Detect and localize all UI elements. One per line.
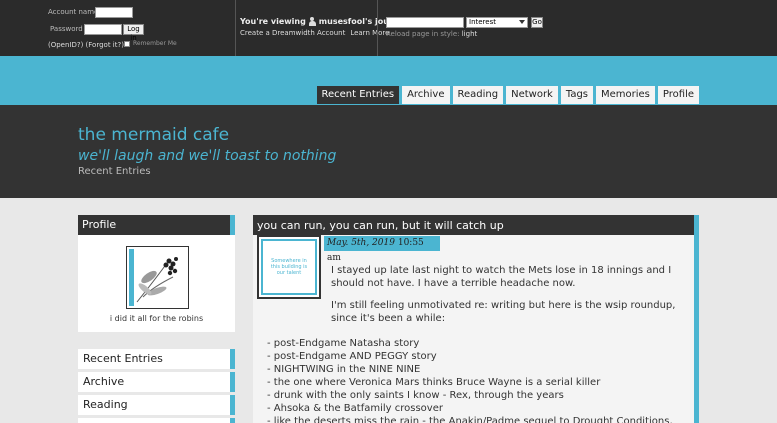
entry-paragraph: since it's been a while: [331, 313, 446, 324]
list-item[interactable]: - like the deserts miss the rain - the A… [267, 415, 673, 423]
entry-date[interactable]: May. 5th, 2019 [327, 238, 395, 248]
create-account-link[interactable]: Create a Dreamwidth Account [240, 29, 345, 37]
remember-me-checkbox[interactable] [124, 40, 130, 47]
entry-paragraph: I stayed up late last night to watch the… [331, 265, 672, 276]
profile-caption: i did it all for the robins [109, 314, 204, 323]
profile-heading: Profile [78, 215, 235, 235]
tab-profile[interactable]: Profile [657, 86, 699, 104]
account-name-label: Account name: [48, 8, 101, 16]
profile-userpic[interactable] [126, 246, 189, 309]
search-type-select[interactable]: Interest [466, 17, 528, 28]
entry-paragraph: I'm still feeling unmotivated re: writin… [331, 300, 676, 311]
userpic-text: Somewhere in this building is our talent [261, 239, 317, 295]
sidebar-item-recent-entries[interactable]: Recent Entries [78, 349, 235, 369]
tab-reading[interactable]: Reading [452, 86, 504, 104]
chevron-down-icon [519, 20, 525, 24]
journal-nav-tabs: Recent Entries Archive Reading Network T… [316, 86, 699, 104]
user-icon[interactable] [308, 17, 316, 26]
password-label: Password [50, 25, 83, 33]
password-input[interactable] [84, 24, 122, 35]
flower-icon [127, 247, 188, 308]
login-button[interactable]: Log in [123, 24, 144, 42]
remember-me-label: Remember Me [133, 40, 177, 47]
tab-memories[interactable]: Memories [596, 86, 655, 104]
page-title: Recent Entries [78, 166, 151, 177]
profile-module: Profile i did it all for the robins [78, 215, 235, 332]
list-item[interactable]: - the one where Veronica Mars thinks Bru… [267, 376, 600, 389]
search-panel: Interest Go Reload page in style: light [377, 0, 777, 56]
reload-style: Reload page in style: light [386, 30, 477, 38]
list-item[interactable]: - NIGHTWING in the NINE NINE [267, 363, 420, 376]
tab-archive[interactable]: Archive [402, 86, 450, 104]
top-bar: Account name: Password Log in (OpenID?) … [0, 0, 777, 56]
tab-network[interactable]: Network [506, 86, 558, 104]
entry-datetime[interactable]: May. 5th, 2019 10:55 am [324, 236, 440, 263]
viewing-prefix: You're viewing [240, 17, 306, 26]
go-button[interactable]: Go [531, 17, 543, 28]
reload-style-link[interactable]: light [462, 30, 478, 38]
dreamwidth-links: Create a Dreamwidth Account Learn More [240, 29, 389, 37]
remember-me[interactable]: Remember Me [124, 40, 177, 47]
list-item[interactable]: - drunk with the only saints I know - Re… [267, 389, 564, 402]
tab-tags[interactable]: Tags [560, 86, 593, 104]
sidebar-item-reading[interactable]: Reading [78, 395, 235, 415]
list-item[interactable]: - Ahsoka & the Batfamily crossover [267, 402, 443, 415]
journal-title[interactable]: the mermaid cafe [78, 125, 229, 145]
search-type-value: Interest [469, 18, 496, 26]
entry-title[interactable]: you can run, you can run, but it will ca… [253, 215, 699, 235]
openid-forgot-link[interactable]: (OpenID?) (Forgot it?) [48, 41, 124, 49]
entry: Somewhere in this building is our talent… [253, 235, 699, 423]
login-panel: Account name: Password Log in (OpenID?) … [0, 0, 236, 56]
entry-paragraph: should not have. I have a terrible heada… [331, 278, 576, 289]
journal-header: the mermaid cafe we'll laugh and we'll t… [0, 105, 777, 198]
list-item[interactable]: - post-Endgame AND PEGGY story [267, 350, 437, 363]
journal-subtitle: we'll laugh and we'll toast to nothing [78, 148, 337, 164]
sidebar-item-next[interactable] [78, 418, 235, 423]
entry-userpic[interactable]: Somewhere in this building is our talent [257, 235, 321, 299]
reload-prefix: Reload page in style: [386, 30, 460, 38]
sidebar-item-archive[interactable]: Archive [78, 372, 235, 392]
search-input[interactable] [386, 17, 464, 28]
list-item[interactable]: - post-Endgame Natasha story [267, 337, 419, 350]
account-name-input[interactable] [95, 7, 133, 18]
tab-recent-entries[interactable]: Recent Entries [316, 86, 400, 104]
